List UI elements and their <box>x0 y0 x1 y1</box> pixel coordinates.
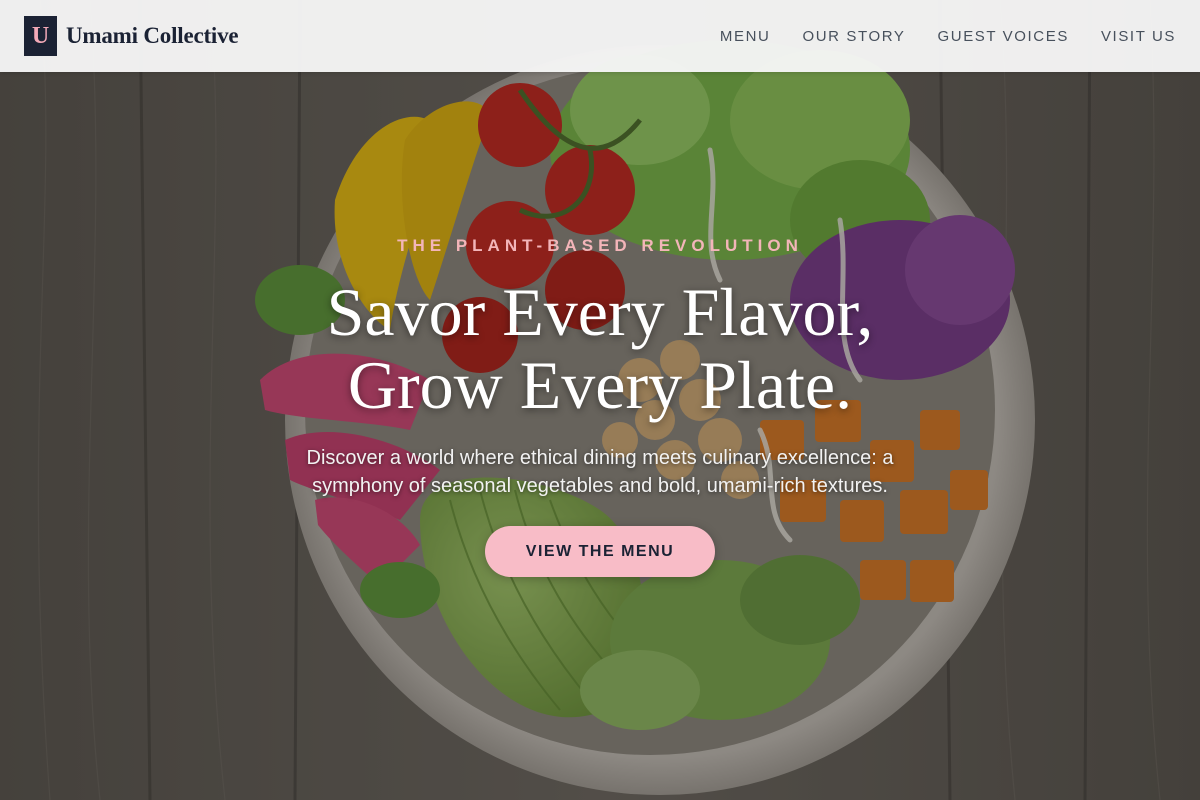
hero-content: THE PLANT-BASED REVOLUTION Savor Every F… <box>0 0 1200 800</box>
hero-eyebrow: THE PLANT-BASED REVOLUTION <box>397 236 803 255</box>
main-navigation: MENU OUR STORY GUEST VOICES VISIT US <box>688 0 1176 72</box>
hero-subtext: Discover a world where ethical dining me… <box>260 444 940 500</box>
headline-line-1: Savor Every Flavor, <box>326 274 874 350</box>
subtext-line-1: Discover a world where ethical dining me… <box>306 447 894 469</box>
subtext-line-2: symphony of seasonal vegetables and bold… <box>312 475 888 497</box>
nav-item-guest-voices[interactable]: GUEST VOICES <box>938 28 1069 45</box>
headline-line-2: Grow Every Plate. <box>347 347 853 423</box>
hero-headline: Savor Every Flavor, Grow Every Plate. <box>0 276 1200 422</box>
brand-logo-link[interactable]: U Umami Collective <box>24 16 239 56</box>
view-menu-button[interactable]: VIEW THE MENU <box>485 526 715 577</box>
site-header: U Umami Collective MENU OUR STORY GUEST … <box>0 0 1200 72</box>
nav-item-menu[interactable]: MENU <box>720 28 771 45</box>
brand-name: Umami Collective <box>66 23 239 48</box>
logo-mark-icon: U <box>24 16 57 56</box>
nav-item-visit-us[interactable]: VISIT US <box>1101 28 1176 45</box>
nav-item-our-story[interactable]: OUR STORY <box>802 28 905 45</box>
